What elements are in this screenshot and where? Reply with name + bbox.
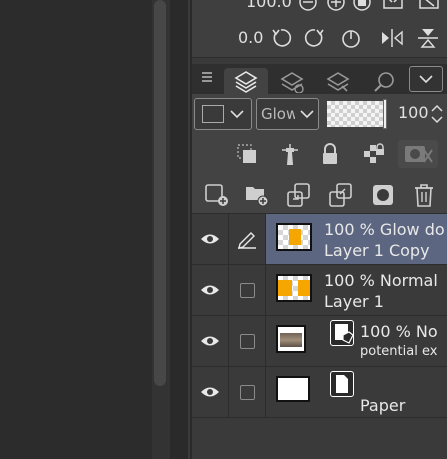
chevron-down-icon (300, 110, 314, 119)
layer-tool-row-1 (192, 134, 447, 174)
flip-horizontal-icon[interactable] (380, 27, 404, 49)
create-layer-mask-icon[interactable] (370, 182, 396, 208)
layer-thumbnail (276, 223, 312, 251)
opacity-slider-handle[interactable] (383, 99, 387, 129)
layer-name: Paper (360, 396, 406, 415)
eye-icon (201, 387, 219, 397)
layer-color-dropdown[interactable] (194, 98, 252, 130)
reference-layer-icon[interactable] (278, 143, 302, 167)
edit-checkbox[interactable] (239, 282, 255, 298)
layer-row[interactable]: Paper (192, 367, 447, 418)
rotate-left-icon[interactable] (270, 27, 292, 49)
layer-list: 100 % Glow do Layer 1 Copy 100 % Normal … (192, 214, 447, 459)
flip-vertical-icon[interactable] (416, 27, 440, 49)
clip-to-layer-below-icon[interactable] (236, 143, 258, 165)
layer-color-swatch (202, 105, 224, 123)
panel-menu-icon[interactable] (200, 70, 214, 84)
layer-panel: 100.0 0.0 Glow 100 100 % Glow do Layer 1… (192, 0, 447, 459)
visibility-toggle[interactable] (192, 367, 229, 417)
navigator-icon (374, 72, 394, 92)
fit-window-icon[interactable] (382, 0, 404, 14)
chevron-down-icon (419, 75, 433, 84)
edit-checkbox[interactable] (239, 384, 255, 400)
edit-state-toggle[interactable] (229, 367, 266, 417)
tab-navigator[interactable] (362, 68, 406, 94)
layer-blend-info: 100 % Glow do (324, 220, 445, 239)
layer-row[interactable]: 100 % Glow do Layer 1 Copy (192, 214, 447, 265)
layer-search-icon (326, 72, 350, 92)
vertical-scrollbar-thumb[interactable] (154, 0, 166, 386)
transform-controls: 100.0 0.0 (192, 0, 447, 58)
chevron-down-icon (230, 110, 244, 119)
panel-collapse-button[interactable] (409, 66, 443, 92)
pen-icon (238, 232, 256, 249)
tab-layer[interactable] (224, 68, 268, 94)
visibility-toggle[interactable] (192, 214, 229, 264)
layer-thumbnail (276, 376, 310, 402)
layer-blend-info: 100 % No (360, 322, 438, 341)
transfer-to-lower-layer-icon[interactable] (286, 182, 312, 208)
eye-icon (201, 234, 219, 244)
layer-property-bar: Glow 100 (192, 94, 447, 134)
edit-state-toggle[interactable] (229, 265, 266, 315)
paper-layer-icon (330, 371, 354, 397)
layer-info[interactable]: 100 % Normal Layer 1 (266, 265, 447, 315)
tab-layer-search[interactable] (316, 68, 360, 94)
merge-with-layer-below-icon[interactable] (328, 182, 354, 208)
fit-size-icon[interactable] (418, 0, 440, 14)
layer-info[interactable]: 100 % Glow do Layer 1 Copy (266, 214, 447, 264)
visibility-toggle[interactable] (192, 265, 229, 315)
thumbnail-content (280, 333, 302, 347)
thumbnail-content (278, 280, 292, 296)
layer-name: Layer 1 (324, 292, 384, 311)
vector-layer-icon (330, 320, 354, 346)
eye-icon (201, 285, 219, 295)
layer-name: Layer 1 Copy (324, 241, 430, 260)
blend-mode-dropdown[interactable]: Glow (256, 98, 319, 130)
opacity-stepper-icon[interactable] (430, 104, 444, 124)
eye-icon (201, 336, 219, 346)
opacity-slider[interactable] (327, 99, 387, 129)
new-raster-layer-icon[interactable] (204, 182, 230, 208)
minus-circle-icon[interactable] (298, 0, 318, 14)
opacity-value[interactable]: 100 (398, 103, 429, 122)
layer-info[interactable]: 100 % No potential ex (266, 316, 447, 366)
trash-icon[interactable] (412, 182, 436, 208)
edit-state-toggle[interactable] (229, 316, 266, 366)
layer-property-icon (280, 72, 304, 93)
thumbnail-content (289, 229, 301, 245)
scale-value[interactable]: 100.0 (246, 0, 292, 11)
stop-circle-icon[interactable] (352, 0, 372, 14)
blend-mode-label: Glow (261, 105, 295, 123)
layers-icon (234, 71, 258, 93)
edit-state-toggle[interactable] (229, 214, 266, 264)
reset-rotation-icon[interactable] (340, 27, 362, 49)
layer-tool-row-2 (192, 174, 447, 214)
layer-row[interactable]: 100 % No potential ex (192, 316, 447, 367)
thumbnail-content (298, 280, 310, 296)
canvas-area[interactable] (0, 0, 152, 459)
panel-tab-bar (192, 64, 447, 94)
layer-thumbnail (276, 325, 306, 353)
rotation-value[interactable]: 0.0 (238, 28, 263, 47)
layer-blend-info: 100 % Normal (324, 271, 438, 290)
panel-gutter-border (170, 0, 190, 459)
layer-list-empty-area[interactable] (192, 418, 447, 459)
rotate-right-icon[interactable] (304, 27, 326, 49)
lock-transparent-pixels-icon[interactable] (362, 143, 384, 165)
layer-row[interactable]: 100 % Normal Layer 1 (192, 265, 447, 316)
edit-checkbox[interactable] (239, 333, 255, 349)
lock-layer-icon[interactable] (320, 143, 340, 165)
layer-thumbnail (276, 274, 312, 302)
tab-layer-property[interactable] (270, 68, 314, 94)
new-folder-icon[interactable] (244, 182, 270, 208)
enable-mask-icon[interactable] (398, 140, 438, 168)
layer-info[interactable]: Paper (266, 367, 447, 417)
layer-name: potential ex (360, 344, 438, 359)
plus-circle-icon[interactable] (326, 0, 346, 14)
visibility-toggle[interactable] (192, 316, 229, 366)
